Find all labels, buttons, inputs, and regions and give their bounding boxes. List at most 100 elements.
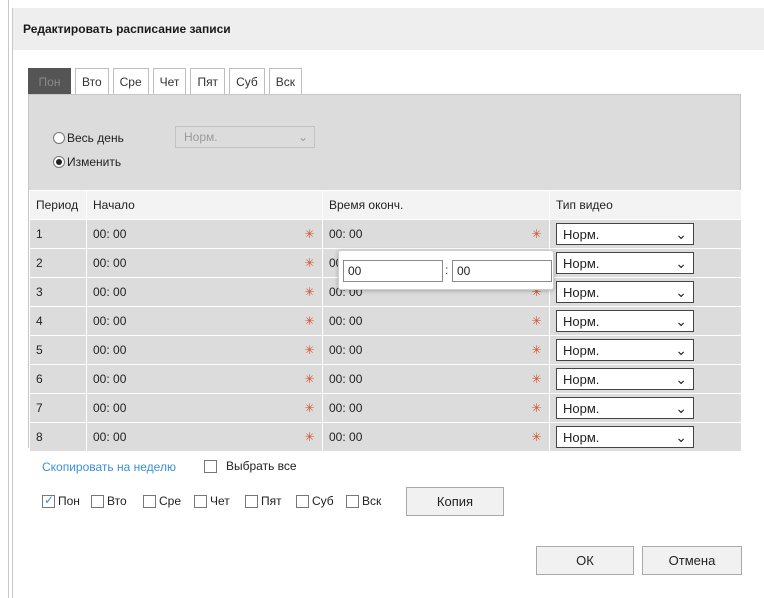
copy-button[interactable]: Копия	[406, 487, 504, 516]
end-time-cell[interactable]: 00: 00 ✳	[322, 393, 550, 423]
copy-day-option[interactable]: Пят	[245, 494, 282, 508]
cancel-button[interactable]: Отмена	[642, 546, 742, 575]
ok-button[interactable]: ОК	[536, 546, 634, 575]
period-cell: 3	[29, 277, 87, 307]
table-row: 7 00: 00 ✳ 00: 00 ✳ Норм. ⌄	[29, 393, 742, 423]
copy-day-label: Сре	[159, 494, 182, 508]
calendar-icon[interactable]: ✳	[303, 257, 316, 270]
calendar-icon[interactable]: ✳	[530, 228, 543, 241]
tab-sat[interactable]: Суб	[229, 68, 265, 94]
all-day-option[interactable]: Весь день	[53, 131, 124, 145]
copy-day-checkbox[interactable]	[245, 494, 258, 508]
select-all-checkbox[interactable]	[204, 459, 217, 473]
end-time-cell[interactable]: 00: 00 ✳	[322, 364, 550, 394]
start-time-value: 00: 00	[93, 430, 127, 444]
period-cell: 8	[29, 422, 87, 452]
video-type-select[interactable]: Норм. ⌄	[556, 339, 694, 361]
start-time-cell[interactable]: 00: 00 ✳	[86, 306, 323, 336]
edit-option[interactable]: Изменить	[53, 155, 121, 169]
calendar-icon[interactable]: ✳	[530, 431, 543, 444]
end-time-cell[interactable]: 00: 00 ✳	[322, 335, 550, 365]
video-type-select[interactable]: Норм. ⌄	[556, 426, 694, 448]
calendar-icon[interactable]: ✳	[530, 402, 543, 415]
copy-day-option[interactable]: Вск	[346, 494, 381, 508]
start-time-cell[interactable]: 00: 00 ✳	[86, 393, 323, 423]
copy-day-checkbox[interactable]	[194, 494, 207, 508]
select-all-option[interactable]: Выбрать все	[204, 459, 297, 473]
chevron-down-icon: ⌄	[297, 130, 308, 144]
table-row: 5 00: 00 ✳ 00: 00 ✳ Норм. ⌄	[29, 335, 742, 365]
calendar-icon[interactable]: ✳	[530, 344, 543, 357]
hours-input[interactable]: 00	[343, 260, 443, 282]
copy-day-label: Вто	[107, 494, 127, 508]
video-type-value: Норм.	[563, 342, 600, 358]
tab-wed[interactable]: Сре	[112, 68, 149, 94]
tab-fri[interactable]: Пят	[190, 68, 226, 94]
calendar-icon[interactable]: ✳	[303, 228, 316, 241]
calendar-icon[interactable]: ✳	[303, 373, 316, 386]
copy-day-checkbox[interactable]	[346, 494, 359, 508]
calendar-icon[interactable]: ✳	[303, 402, 316, 415]
end-time-value: 00: 00	[329, 401, 363, 415]
minutes-input[interactable]: 00	[452, 260, 552, 282]
start-time-cell[interactable]: 00: 00 ✳	[86, 248, 323, 278]
video-type-cell: Норм. ⌄	[549, 364, 742, 394]
end-time-cell[interactable]: 00: 00 ✳	[322, 219, 550, 249]
video-type-select[interactable]: Норм. ⌄	[556, 252, 694, 274]
copy-day-checkbox[interactable]	[296, 494, 309, 508]
copy-day-label: Пон	[58, 494, 80, 508]
calendar-icon[interactable]: ✳	[303, 344, 316, 357]
copy-day-option[interactable]: Чет	[194, 494, 230, 508]
start-time-cell[interactable]: 00: 00 ✳	[86, 422, 323, 452]
header-start: Начало	[86, 190, 323, 220]
copy-day-label: Пят	[261, 494, 282, 508]
table-row: 1 00: 00 ✳ 00: 00 ✳ Норм. ⌄	[29, 219, 742, 249]
all-day-radio[interactable]	[53, 132, 65, 144]
calendar-icon[interactable]: ✳	[530, 315, 543, 328]
end-time-cell[interactable]: 00: 00 ✳	[322, 422, 550, 452]
video-type-select[interactable]: Норм. ⌄	[556, 368, 694, 390]
video-type-value: Норм.	[563, 284, 600, 300]
copy-day-option[interactable]: Сре	[143, 494, 181, 508]
start-time-value: 00: 00	[93, 401, 127, 415]
video-type-select[interactable]: Норм. ⌄	[556, 281, 694, 303]
copy-day-option[interactable]: Пон	[42, 493, 80, 508]
table-row: 6 00: 00 ✳ 00: 00 ✳ Норм. ⌄	[29, 364, 742, 394]
copy-day-option[interactable]: Вто	[91, 494, 127, 508]
calendar-icon[interactable]: ✳	[303, 431, 316, 444]
video-type-value: Норм.	[563, 255, 600, 271]
copy-day-option[interactable]: Суб	[296, 494, 334, 508]
schedule-table: Период Начало Время оконч. Тип видео 1 00…	[29, 190, 742, 452]
day-tabs: Пон Вто Сре Чет Пят Суб Вск	[28, 68, 306, 94]
table-row: 4 00: 00 ✳ 00: 00 ✳ Норм. ⌄	[29, 306, 742, 336]
start-time-value: 00: 00	[93, 285, 127, 299]
period-cell: 4	[29, 306, 87, 336]
start-time-cell[interactable]: 00: 00 ✳	[86, 219, 323, 249]
calendar-icon[interactable]: ✳	[303, 286, 316, 299]
end-time-cell[interactable]: 00: 00 ✳	[322, 306, 550, 336]
copy-day-checkbox[interactable]	[42, 493, 55, 508]
copy-day-checkbox[interactable]	[91, 494, 104, 508]
video-type-select[interactable]: Норм. ⌄	[556, 397, 694, 419]
copy-to-week-link[interactable]: Скопировать на неделю	[42, 460, 176, 474]
all-day-label: Весь день	[67, 131, 124, 145]
video-type-select[interactable]: Норм. ⌄	[556, 223, 694, 245]
outer-border	[8, 0, 9, 598]
tab-tue[interactable]: Вто	[75, 68, 109, 94]
calendar-icon[interactable]: ✳	[530, 373, 543, 386]
tab-thu[interactable]: Чет	[152, 68, 187, 94]
calendar-icon[interactable]: ✳	[303, 315, 316, 328]
video-type-value: Норм.	[563, 371, 600, 387]
copy-day-checkbox[interactable]	[143, 494, 156, 508]
tab-sun[interactable]: Вск	[268, 68, 303, 94]
edit-radio[interactable]	[53, 156, 65, 168]
tab-mon[interactable]: Пон	[28, 68, 71, 94]
start-time-value: 00: 00	[93, 227, 127, 241]
video-type-select[interactable]: Норм. ⌄	[556, 310, 694, 332]
start-time-cell[interactable]: 00: 00 ✳	[86, 277, 323, 307]
start-time-value: 00: 00	[93, 372, 127, 386]
chevron-down-icon: ⌄	[675, 254, 687, 271]
table-row: 8 00: 00 ✳ 00: 00 ✳ Норм. ⌄	[29, 422, 742, 452]
start-time-cell[interactable]: 00: 00 ✳	[86, 335, 323, 365]
start-time-cell[interactable]: 00: 00 ✳	[86, 364, 323, 394]
